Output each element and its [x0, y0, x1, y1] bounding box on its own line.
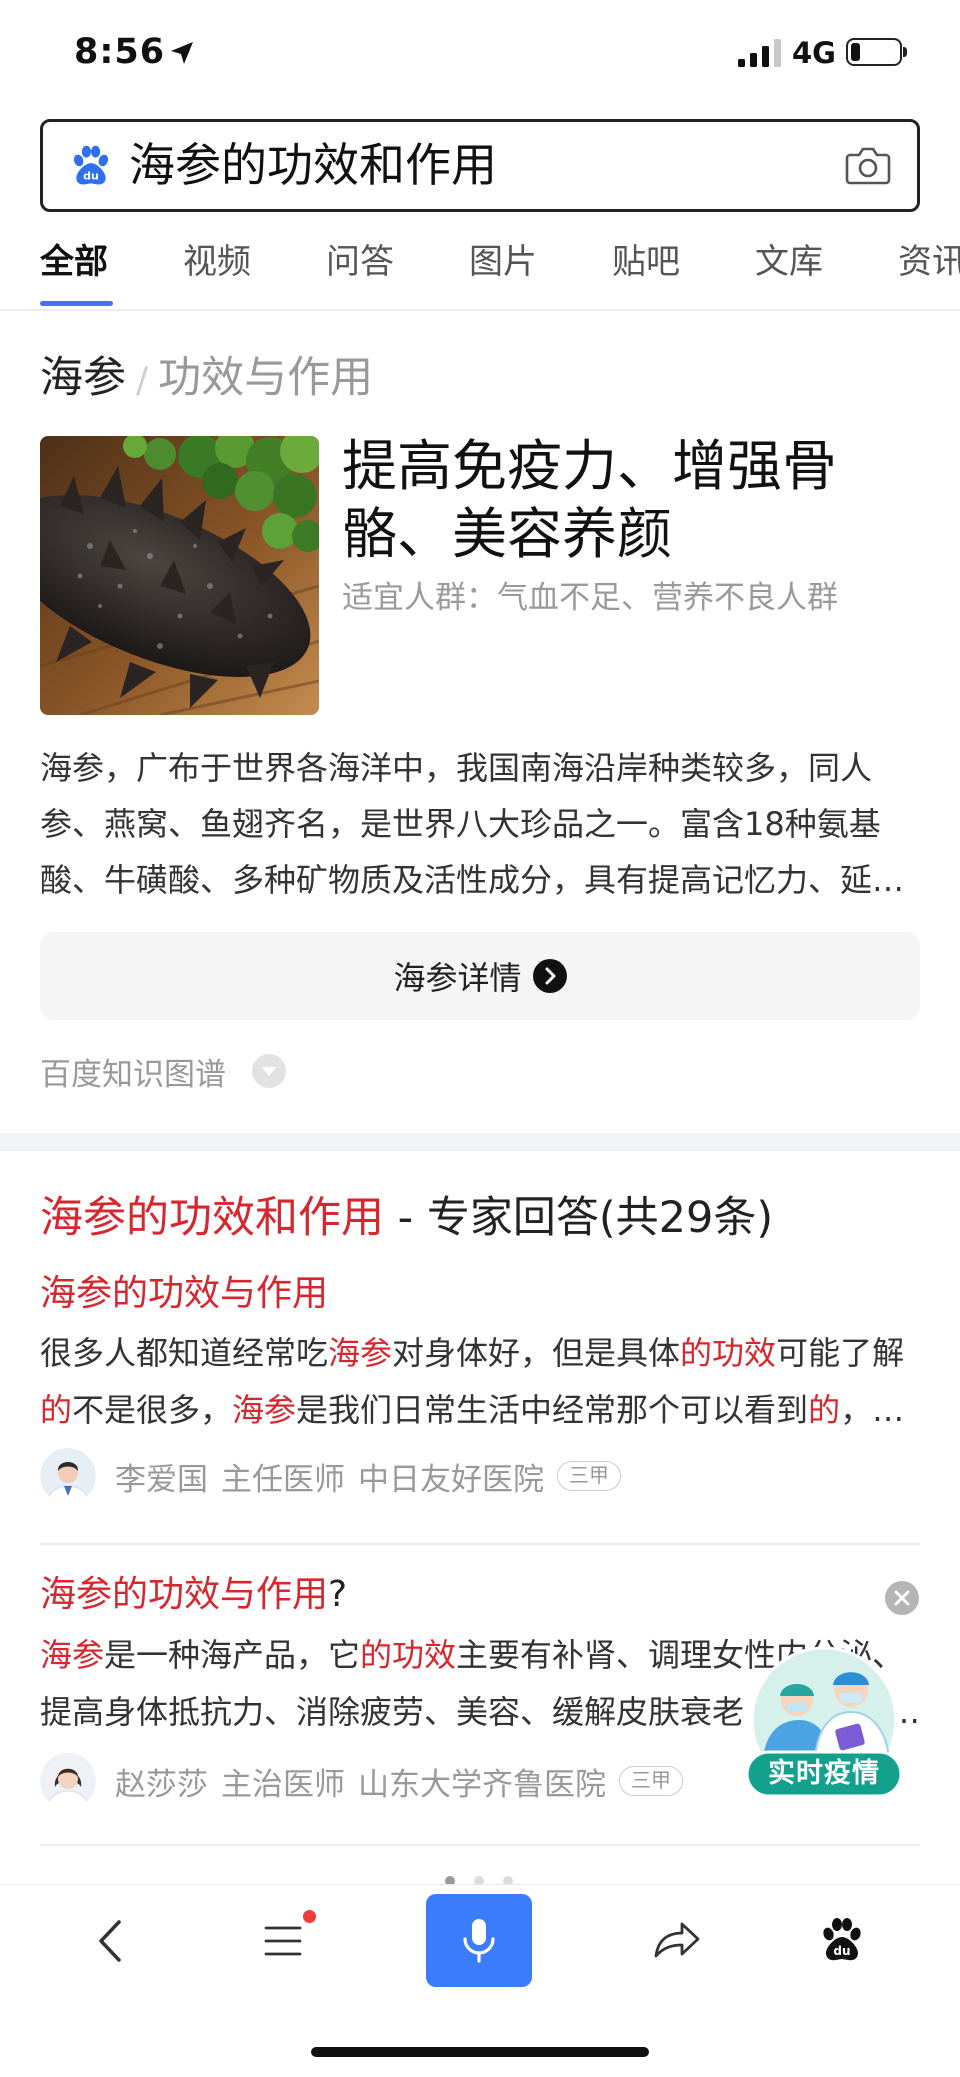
doctor-hospital: 中日友好医院 — [358, 1461, 544, 1498]
home-indicator[interactable] — [311, 2047, 649, 2057]
search-tabs: 全部 视频 问答 图片 贴吧 文库 资讯 — [0, 232, 960, 310]
realtime-epidemic-badge[interactable]: 实时疫情 — [741, 1640, 907, 1810]
source-label: 百度知识图谱 — [40, 1056, 226, 1093]
tab-video[interactable]: 视频 — [183, 239, 251, 285]
question-text: ? — [328, 1574, 348, 1615]
baidu-paw-icon[interactable]: du — [818, 1915, 866, 1963]
tab-tieba[interactable]: 贴吧 — [612, 239, 680, 285]
card-entity[interactable]: 海参 — [40, 353, 126, 403]
answer-text: 的功效 — [680, 1334, 777, 1372]
answer-text: 是一种海产品，它 — [104, 1636, 361, 1674]
card-source: 百度知识图谱 — [40, 1049, 286, 1093]
answer-question[interactable]: 海参的功效与作用? — [40, 1570, 860, 1620]
card-description: 海参，广布于世界各海洋中，我国南海沿岸种类较多，同人 参、燕窝、鱼翅齐名，是世界… — [40, 740, 920, 908]
answer-line: 很多人都知道经常吃海参对身体好，但是具体的功效可能了解 — [40, 1325, 920, 1382]
headline-line: 骼、美容养颜 — [342, 502, 673, 566]
answer-text: ，… — [840, 1391, 905, 1429]
section-separator — [0, 1133, 960, 1151]
battery-nub — [903, 47, 907, 57]
title-highlight: 海参的功效和作用 — [40, 1193, 384, 1243]
search-box[interactable]: du 海参的功效和作用 — [40, 119, 920, 212]
notification-dot — [303, 1910, 316, 1923]
baidu-paw-icon[interactable]: du — [69, 143, 113, 187]
doctor-title: 主任医师 — [221, 1461, 345, 1498]
headline-line: 提高免疫力、增强骨 — [342, 434, 838, 498]
expert-answers-title[interactable]: 海参的功效和作用 - 专家回答(共29条) — [40, 1188, 920, 1248]
status-time: 8:56 — [74, 32, 166, 72]
hospital-grade-badge: 三甲 — [557, 1461, 621, 1491]
answer-text: 是我们日常生活中经常那个可以看到 — [296, 1391, 809, 1429]
answer-text: 很多人都知道经常吃 — [40, 1334, 329, 1372]
doctor-name: 赵莎莎 — [115, 1766, 208, 1803]
answer-text: 的 — [808, 1391, 841, 1429]
tab-images[interactable]: 图片 — [469, 239, 537, 285]
description-line: 海参，广布于世界各海洋中，我国南海沿岸种类较多，同人 — [40, 749, 873, 787]
close-icon[interactable] — [885, 1581, 919, 1615]
doctor-title: 主治医师 — [221, 1766, 345, 1803]
tab-all[interactable]: 全部 — [40, 239, 108, 285]
signal-icon — [738, 39, 781, 67]
chevron-down-circle-icon[interactable] — [252, 1054, 286, 1088]
breadcrumb-separator: / — [136, 360, 149, 401]
camera-icon[interactable] — [845, 144, 891, 186]
search-input[interactable]: 海参的功效和作用 — [129, 122, 497, 209]
location-arrow-icon — [171, 42, 193, 64]
sea-cucumber-photo — [40, 436, 319, 715]
doctor-avatar — [40, 1753, 96, 1809]
question-text: 海参的功效与作用 — [40, 1574, 329, 1615]
answer-text: 的功效 — [360, 1636, 457, 1674]
answer-text: 的 — [40, 1391, 73, 1429]
tab-qa[interactable]: 问答 — [326, 239, 394, 285]
answer-text: 对身体好，但是具体 — [392, 1334, 681, 1372]
share-icon[interactable] — [650, 1916, 704, 1962]
answer-snippet[interactable]: 很多人都知道经常吃海参对身体好，但是具体的功效可能了解 的不是很多，海参是我们日… — [40, 1325, 920, 1439]
question-text: 海参的功效与作用 — [40, 1273, 329, 1314]
card-breadcrumb: 海参 / 功效与作用 — [40, 350, 373, 409]
answer-text: 海参 — [328, 1334, 393, 1372]
doctor-info[interactable]: 李爱国 主任医师 中日友好医院 三甲 — [40, 1448, 621, 1504]
battery-icon — [846, 38, 902, 66]
answer-text: 可能了解 — [776, 1334, 905, 1372]
back-chevron-icon[interactable] — [92, 1916, 128, 1966]
microphone-icon — [463, 1918, 495, 1963]
doctor-info[interactable]: 赵莎莎 主治医师 山东大学齐鲁医院 三甲 — [40, 1753, 683, 1809]
answer-divider — [40, 1543, 920, 1545]
sea-cucumber-image[interactable] — [40, 436, 319, 715]
details-button[interactable]: 海参详情 — [40, 932, 920, 1020]
tab-news[interactable]: 资讯 — [898, 239, 960, 285]
doctor-hospital: 山东大学齐鲁医院 — [358, 1766, 606, 1803]
network-type: 4G — [792, 36, 836, 70]
badge-label: 实时疫情 — [768, 1758, 880, 1789]
doctor-avatar — [40, 1448, 96, 1504]
baidu-search-results-page: 8:56 4G du 海参的功效和作用 全部 视频 问答 图片 贴吧 文库 资讯… — [0, 0, 960, 2077]
title-rest: - 专家回答(共29条) — [384, 1193, 774, 1243]
voice-search-button[interactable] — [426, 1894, 532, 1987]
answer-text: 海参 — [40, 1636, 105, 1674]
doctor-name: 李爱国 — [115, 1461, 208, 1498]
answer-text: 海参 — [232, 1391, 297, 1429]
description-line: 酸、牛磺酸、多种矿物质及活性成分，具有提高记忆力、延… — [40, 861, 905, 899]
menu-icon[interactable] — [262, 1921, 304, 1961]
tabs-divider — [0, 309, 960, 311]
logo-text: du — [83, 170, 99, 183]
tab-wenku[interactable]: 文库 — [755, 239, 823, 285]
answer-question[interactable]: 海参的功效与作用 — [40, 1269, 860, 1319]
battery-level-fill — [851, 43, 861, 61]
active-tab-indicator — [40, 301, 113, 306]
bottom-navigation: du — [0, 1884, 960, 2077]
suitable-people: 适宜人群：气血不足、营养不良人群 — [342, 580, 838, 616]
hospital-grade-badge: 三甲 — [619, 1766, 683, 1796]
answer-text: 提高身体抵抗力、消除疲劳、美容、缓解皮肤衰老 — [40, 1693, 745, 1731]
description-line: 参、燕窝、鱼翅齐名，是世界八大珍品之一。富含18种氨基 — [40, 805, 881, 843]
chevron-right-circle-icon — [532, 959, 567, 993]
answer-line: 的不是很多，海参是我们日常生活中经常那个可以看到的，… — [40, 1382, 920, 1439]
answer-text: 不是很多， — [72, 1391, 233, 1429]
logo-text: du — [833, 1944, 850, 1958]
details-button-label: 海参详情 — [393, 959, 522, 997]
card-topic: 功效与作用 — [158, 353, 374, 403]
card-headline: 提高免疫力、增强骨 骼、美容养颜 — [342, 432, 920, 568]
answer-divider — [40, 1844, 920, 1846]
